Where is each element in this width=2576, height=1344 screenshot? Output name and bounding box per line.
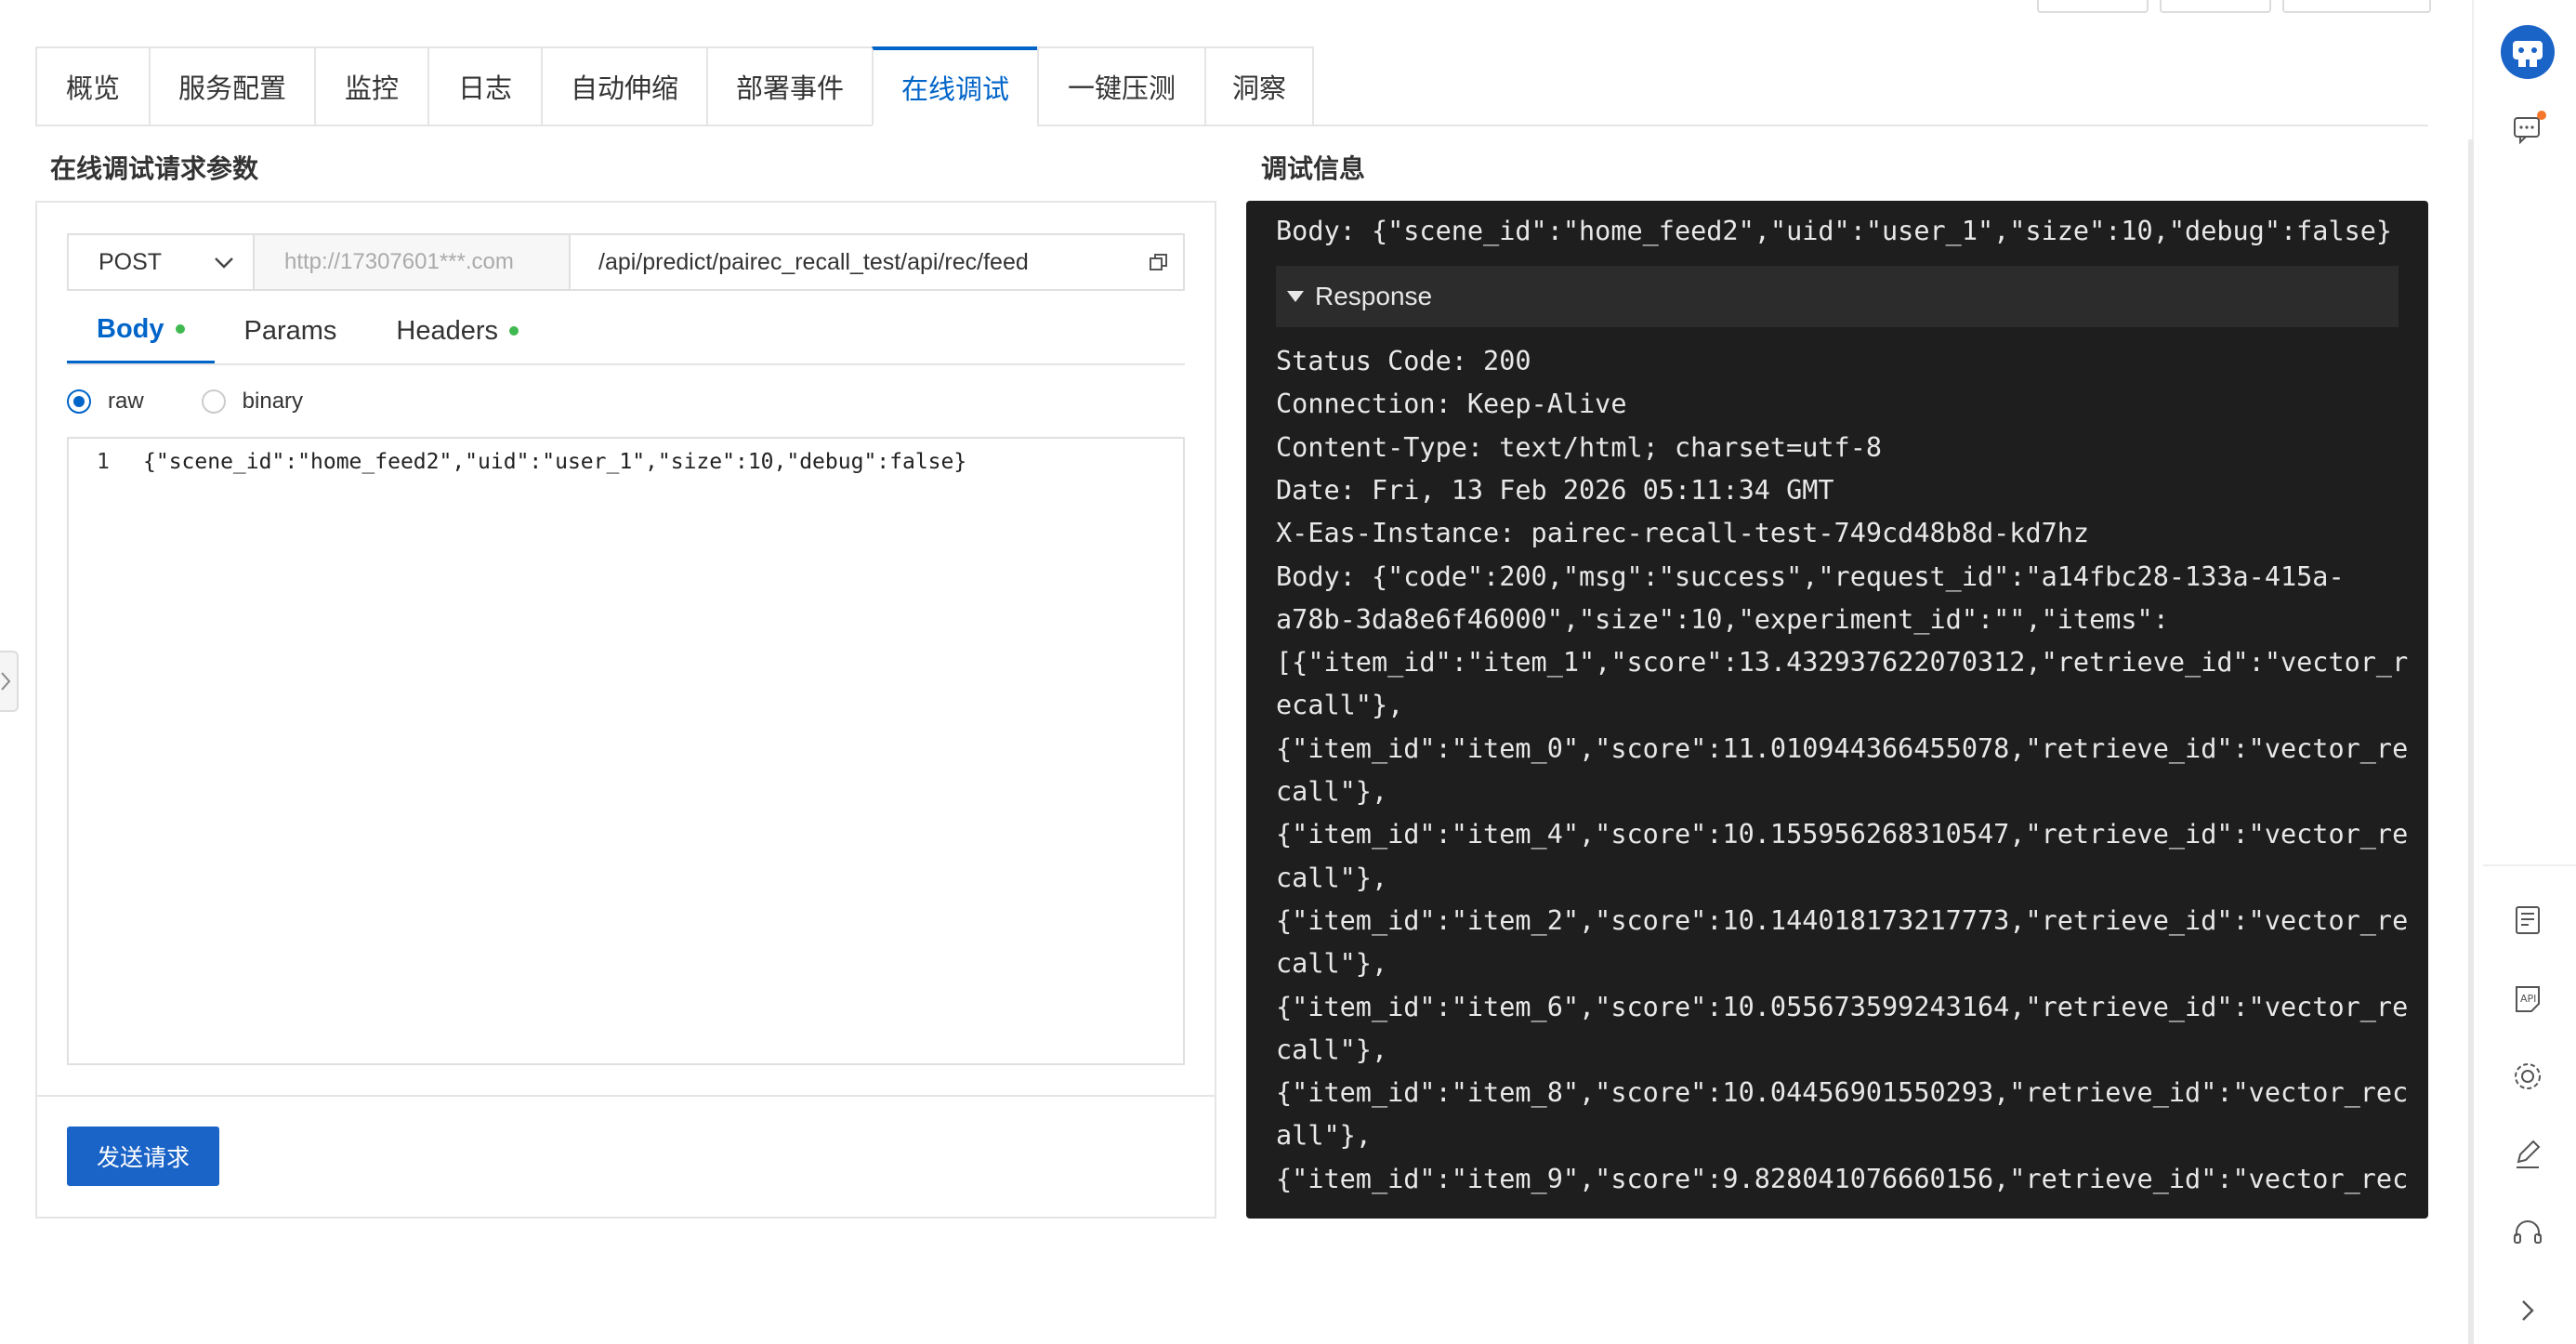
- response-line: {"item_id":"item_8","score":10.044569015…: [1276, 1077, 2409, 1109]
- caret-down-icon: [1287, 291, 1304, 302]
- body-status-dot: [175, 324, 185, 334]
- radio-raw-label: raw: [108, 389, 144, 414]
- url-bar: POST http://17307601***.com /api/predict…: [67, 233, 1185, 291]
- line-number: 1: [97, 450, 110, 474]
- host-field: http://17307601***.com: [255, 235, 571, 289]
- response-label: Response: [1315, 282, 1433, 310]
- subtab-headers[interactable]: Headers: [366, 297, 548, 364]
- radio-binary-label: binary: [242, 389, 304, 414]
- headers-status-dot: [509, 326, 519, 336]
- subtab-params-label: Params: [243, 315, 337, 346]
- tab-insights[interactable]: 洞察: [1204, 46, 1314, 126]
- response-line: call"},: [1276, 776, 1388, 807]
- subtab-body-label: Body: [97, 313, 164, 344]
- tab-monitoring[interactable]: 监控: [314, 46, 427, 126]
- sidebar-divider: [2483, 864, 2576, 866]
- copy-icon[interactable]: [1148, 252, 1170, 274]
- tab-online-debug[interactable]: 在线调试: [872, 46, 1037, 126]
- response-line: Status Code: 200: [1276, 346, 1531, 376]
- chevron-right-icon[interactable]: [2509, 1292, 2546, 1329]
- debug-output-panel: Body: {"scene_id":"home_feed2","uid":"us…: [1246, 201, 2428, 1219]
- radio-binary[interactable]: [201, 389, 226, 414]
- headset-icon[interactable]: [2509, 1214, 2546, 1251]
- response-line: X-Eas-Instance: pairec-recall-test-749cd…: [1276, 518, 2090, 549]
- request-body-line: Body: {"scene_id":"home_feed2","uid":"us…: [1276, 216, 2393, 246]
- response-line: call"},: [1276, 948, 1388, 980]
- response-line: a78b-3da8e6f46000","size":10,"experiment…: [1276, 603, 2169, 635]
- method-value: POST: [99, 248, 163, 275]
- chevron-right-icon: [1, 672, 11, 691]
- subtab-params[interactable]: Params: [215, 297, 367, 364]
- response-line: {"item_id":"item_9","score":9.8280410766…: [1276, 1163, 2409, 1194]
- message-icon[interactable]: [2509, 110, 2546, 147]
- response-line: Content-Type: text/html; charset=utf-8: [1276, 431, 1883, 463]
- response-line: {"item_id":"item_2","score":10.144018173…: [1276, 904, 2409, 936]
- subtab-headers-label: Headers: [396, 315, 499, 346]
- svg-text:API: API: [2520, 993, 2536, 1005]
- tab-overview[interactable]: 概览: [35, 46, 149, 126]
- subtabs-divider: [67, 363, 1185, 365]
- collapse-handle[interactable]: [0, 651, 19, 712]
- send-request-button[interactable]: 发送请求: [67, 1127, 219, 1186]
- tab-autoscaling[interactable]: 自动伸缩: [541, 46, 706, 126]
- edit-icon[interactable]: [2509, 1136, 2546, 1173]
- response-toggle[interactable]: Response: [1276, 266, 2399, 327]
- header-button-2[interactable]: [2160, 0, 2271, 13]
- response-line: {"item_id":"item_4","score":10.155956268…: [1276, 819, 2409, 850]
- chevron-down-icon: [215, 257, 233, 269]
- header-button-3[interactable]: [2282, 0, 2431, 13]
- response-line: Body: {"code":200,"msg":"success","reque…: [1276, 560, 2345, 592]
- path-input[interactable]: /api/predict/pairec_recall_test/api/rec/…: [571, 235, 1183, 289]
- document-icon[interactable]: [2509, 902, 2546, 939]
- subtab-body[interactable]: Body: [67, 297, 215, 364]
- request-params-title: 在线调试请求参数: [50, 154, 259, 183]
- api-icon[interactable]: API: [2509, 980, 2546, 1017]
- body-code: {"scene_id":"home_feed2","uid":"user_1",…: [143, 450, 967, 474]
- tab-service-config[interactable]: 服务配置: [149, 46, 314, 126]
- radio-raw[interactable]: [67, 389, 91, 414]
- gear-icon[interactable]: [2509, 1058, 2546, 1095]
- response-line: Connection: Keep-Alive: [1276, 389, 1627, 420]
- tab-deploy-events[interactable]: 部署事件: [706, 46, 872, 126]
- request-subtabs: Body Params Headers: [67, 297, 548, 364]
- body-editor[interactable]: 1 {"scene_id":"home_feed2","uid":"user_1…: [67, 437, 1185, 1065]
- panel-footer-divider: [37, 1095, 1215, 1097]
- response-line: {"item_id":"item_6","score":10.055673599…: [1276, 991, 2409, 1022]
- tab-logs[interactable]: 日志: [427, 46, 541, 126]
- response-line: {"item_id":"item_0","score":11.010944366…: [1276, 732, 2409, 764]
- response-line: call"},: [1276, 862, 1388, 893]
- response-line: all"},: [1276, 1120, 1372, 1152]
- header-button-1[interactable]: [2037, 0, 2149, 13]
- service-tabs: 概览 服务配置 监控 日志 自动伸缩 部署事件 在线调试 一键压测 洞察: [35, 46, 1314, 126]
- assistant-robot-icon[interactable]: [2500, 24, 2556, 80]
- body-format-radios: raw binary: [67, 383, 303, 420]
- response-line: call"},: [1276, 1034, 1388, 1065]
- tab-stress-test[interactable]: 一键压测: [1037, 46, 1204, 126]
- debug-info-title: 调试信息: [1261, 154, 1366, 183]
- response-line: ecall"},: [1276, 690, 1404, 721]
- response-line: [{"item_id":"item_1","score":13.43293762…: [1276, 647, 2409, 679]
- path-value: /api/predict/pairec_recall_test/api/rec/…: [598, 248, 1029, 275]
- method-select[interactable]: POST: [69, 235, 255, 289]
- response-line: Date: Fri, 13 Feb 2026 05:11:34 GMT: [1276, 474, 1834, 506]
- page-scrollbar[interactable]: [2468, 139, 2474, 1344]
